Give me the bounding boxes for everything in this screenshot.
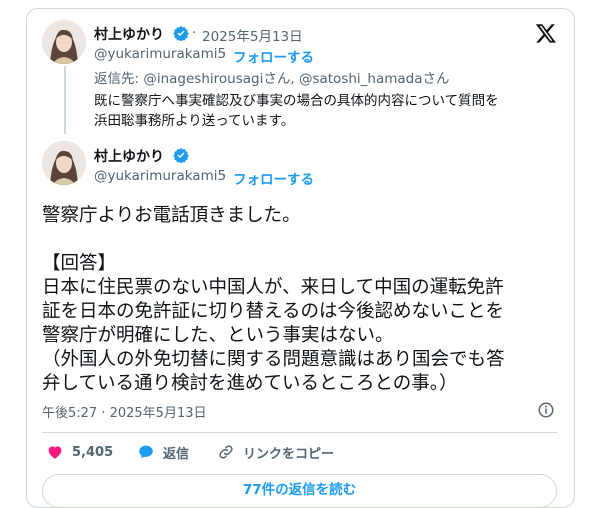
display-name[interactable]: 村上ゆかり xyxy=(94,24,164,44)
tweet-text-line: 弁している通り検討を進めているところとの事。） xyxy=(42,373,458,394)
follow-button[interactable]: フォローする xyxy=(233,46,314,66)
reply-label: 返信 xyxy=(163,446,190,462)
reply-to-line: 返信先: @inageshirousagiさん, @satoshi_hamada… xyxy=(94,67,449,87)
info-icon[interactable] xyxy=(537,401,555,419)
reply-to-user[interactable]: @inageshirousagi xyxy=(143,71,263,87)
tweet-text-line: 浜田聡事務所より送っています。 xyxy=(94,113,295,129)
link-icon xyxy=(219,445,233,459)
verified-badge-icon xyxy=(173,26,189,41)
reply-to-user[interactable]: @satoshi_hamada xyxy=(299,71,423,87)
tweet-text-line: 警察庁が明確にした、という事実はない。 xyxy=(42,325,394,346)
reply-to-suffix: さん xyxy=(422,71,450,87)
copy-link-label: リンクをコピー xyxy=(243,446,335,462)
reply-bubble-icon xyxy=(139,445,153,459)
tweet-text-line xyxy=(42,228,505,252)
tweet-date[interactable]: 2025年5月13日 xyxy=(202,25,303,45)
tweet-text-line: 日本に住民票のない中国人が、来日して中国の運転免許 xyxy=(42,277,504,298)
display-name[interactable]: 村上ゆかり xyxy=(94,146,164,166)
heart-icon xyxy=(48,446,62,459)
tweet-text-line: （外国人の外免切替に関する問題意識はあり国会でも答 xyxy=(42,349,505,370)
handle-separator: · xyxy=(222,168,227,184)
avatar[interactable] xyxy=(42,20,86,64)
main-tweet-text: 警察庁よりお電話頂きました。 【回答】 日本に住民票のない中国人が、来日して中国… xyxy=(42,204,505,396)
follow-button[interactable]: フォローする xyxy=(233,168,314,188)
avatar[interactable] xyxy=(42,141,86,185)
x-logo-icon[interactable] xyxy=(535,22,557,44)
tweet-text-line: 証を日本の免許証に切り替えるのは今後認めないことを xyxy=(42,301,504,322)
tweet-text-line: 【回答】 xyxy=(42,253,117,274)
copy-link-button[interactable]: リンクをコピー xyxy=(217,441,334,463)
tweet-text-line: 警察庁よりお電話頂きました。 xyxy=(42,205,301,226)
handle[interactable]: @yukarimurakami5 xyxy=(94,46,226,62)
tweet-text-line: 既に警察庁へ事実確認及び事実の場合の具体的内容について質問を xyxy=(94,93,499,109)
tweet-dot-separator: · xyxy=(192,25,197,41)
tweet-timestamp[interactable]: 午後5:27 · 2025年5月13日 xyxy=(42,402,207,421)
reply-tweet-text: 既に警察庁へ事実確認及び事実の場合の具体的内容について質問を 浜田聡事務所より送… xyxy=(94,91,499,131)
reply-to-prefix: 返信先: xyxy=(94,71,144,87)
thread-connector-line xyxy=(64,66,66,134)
reply-button[interactable]: 返信 xyxy=(137,441,189,463)
handle[interactable]: @yukarimurakami5 xyxy=(94,168,226,184)
read-replies-button[interactable]: 77件の返信を読む xyxy=(42,474,557,508)
like-button[interactable]: 5,405 xyxy=(46,441,113,463)
verified-badge-icon xyxy=(173,148,189,163)
reply-to-suffix: さん, xyxy=(263,71,299,87)
like-count: 5,405 xyxy=(72,444,114,460)
divider xyxy=(42,432,557,433)
handle-separator: · xyxy=(222,46,227,62)
